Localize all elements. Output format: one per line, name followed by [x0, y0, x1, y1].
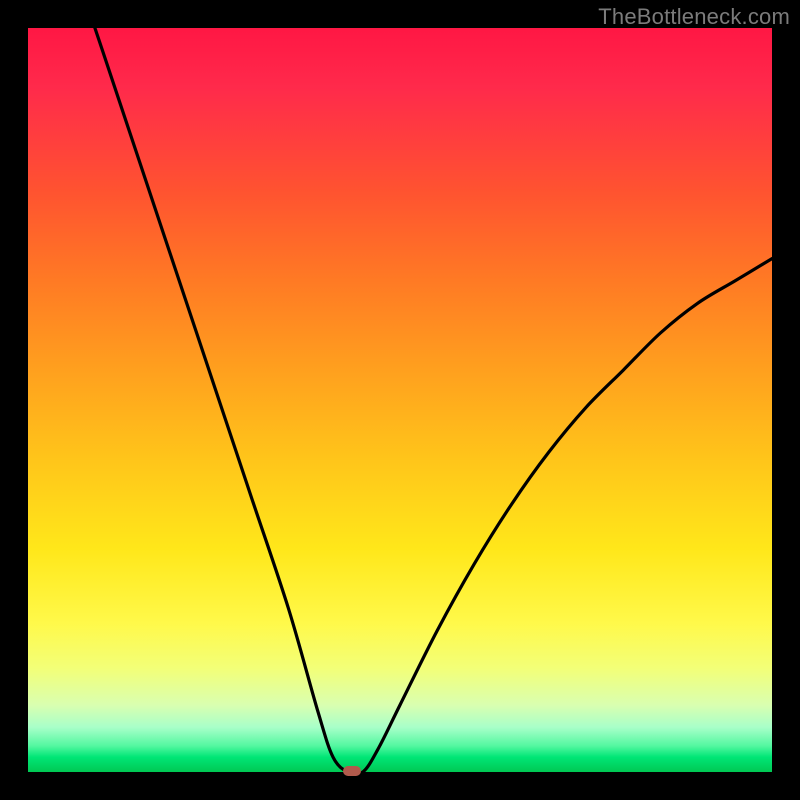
plot-area: [28, 28, 772, 772]
chart-frame: TheBottleneck.com: [0, 0, 800, 800]
bottleneck-curve: [28, 0, 772, 774]
curve-svg: [28, 28, 772, 772]
watermark-text: TheBottleneck.com: [598, 4, 790, 30]
balance-marker: [343, 766, 361, 776]
